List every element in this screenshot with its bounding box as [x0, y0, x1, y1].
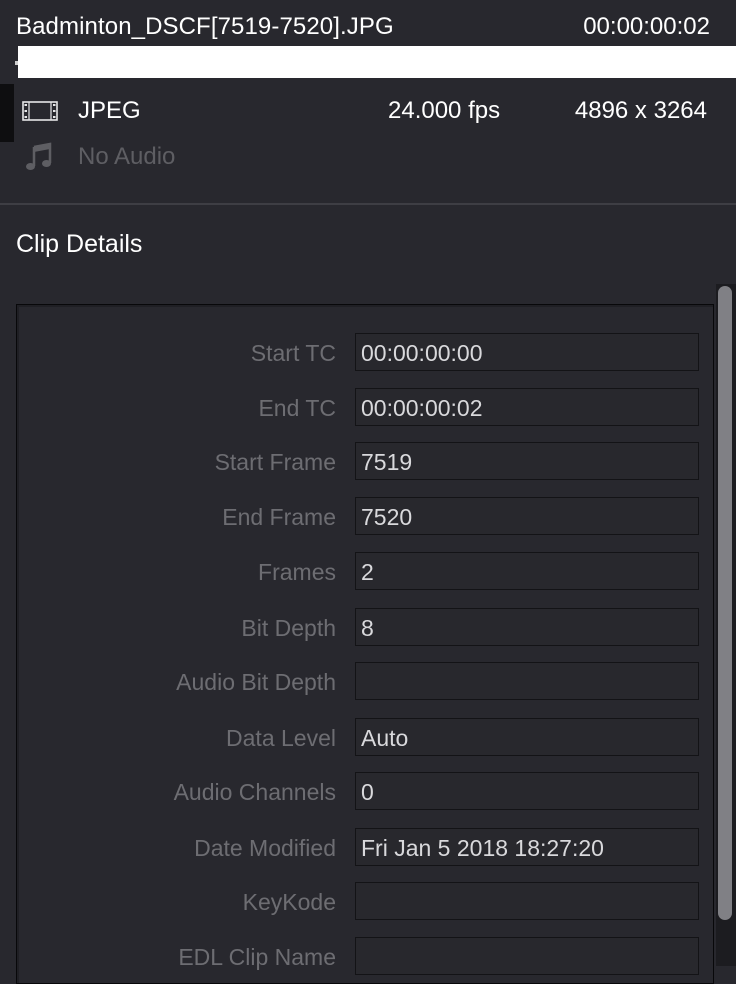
clip-thumbnail-bar[interactable]: [18, 46, 736, 78]
clip-details-list: Start TC 00:00:00:00 End TC 00:00:00:02 …: [19, 307, 713, 983]
detail-row-start-tc: Start TC 00:00:00:00: [19, 333, 719, 373]
detail-label: Data Level: [226, 725, 336, 751]
detail-label: Bit Depth: [241, 615, 336, 641]
detail-label: Audio Bit Depth: [176, 669, 336, 695]
detail-label: Start TC: [250, 340, 336, 366]
detail-row-end-tc: End TC 00:00:00:02: [19, 388, 719, 428]
detail-row-data-level: Data Level Auto: [19, 718, 719, 758]
video-format: JPEG: [78, 97, 141, 124]
detail-label: KeyKode: [242, 889, 336, 915]
detail-value-field[interactable]: [355, 662, 699, 700]
detail-label: Date Modified: [194, 835, 336, 861]
detail-label: Frames: [258, 559, 336, 585]
detail-value-field[interactable]: [355, 882, 699, 920]
detail-value-field[interactable]: 7519: [355, 442, 699, 480]
detail-row-start-frame: Start Frame 7519: [19, 442, 719, 482]
detail-value-field[interactable]: 8: [355, 608, 699, 646]
detail-label: Start Frame: [214, 449, 336, 475]
clip-duration: 00:00:00:02: [583, 13, 710, 40]
detail-value-field[interactable]: 00:00:00:02: [355, 388, 699, 426]
detail-row-audio-channels: Audio Channels 0: [19, 772, 719, 812]
detail-label: Audio Channels: [173, 779, 336, 805]
detail-value-field[interactable]: 00:00:00:00: [355, 333, 699, 371]
clip-details-panel: Start TC 00:00:00:00 End TC 00:00:00:02 …: [16, 304, 714, 984]
section-title: Clip Details: [16, 230, 143, 258]
film-strip-icon: [22, 101, 58, 121]
detail-value-field[interactable]: Fri Jan 5 2018 18:27:20: [355, 828, 699, 866]
audio-status: No Audio: [78, 143, 176, 170]
detail-row-edl-clip-name: EDL Clip Name: [19, 937, 719, 977]
detail-value-field[interactable]: 0: [355, 772, 699, 810]
side-panel-edge: [0, 84, 14, 142]
music-note-icon: [26, 142, 52, 170]
video-fps: 24.000 fps: [388, 97, 501, 124]
detail-row-bit-depth: Bit Depth 8: [19, 608, 719, 648]
detail-value-field[interactable]: 2: [355, 552, 699, 590]
section-divider: [0, 203, 736, 205]
detail-row-end-frame: End Frame 7520: [19, 497, 719, 537]
scrollbar-thumb[interactable]: [718, 286, 732, 920]
detail-value-field[interactable]: [355, 937, 699, 975]
detail-label: End TC: [258, 395, 336, 421]
detail-row-frames: Frames 2: [19, 552, 719, 592]
detail-value-field[interactable]: Auto: [355, 718, 699, 756]
detail-row-keykode: KeyKode: [19, 882, 719, 922]
clip-name: Badminton_DSCF[7519-7520].JPG: [16, 13, 394, 40]
detail-row-audio-bit-depth: Audio Bit Depth: [19, 662, 719, 702]
detail-value-field[interactable]: 7520: [355, 497, 699, 535]
detail-row-date-modified: Date Modified Fri Jan 5 2018 18:27:20: [19, 828, 719, 868]
clip-header: Badminton_DSCF[7519-7520].JPG 00:00:00:0…: [0, 0, 736, 205]
detail-label: End Frame: [222, 504, 336, 530]
video-resolution: 4896 x 3264: [574, 97, 707, 124]
detail-label: EDL Clip Name: [178, 944, 336, 970]
